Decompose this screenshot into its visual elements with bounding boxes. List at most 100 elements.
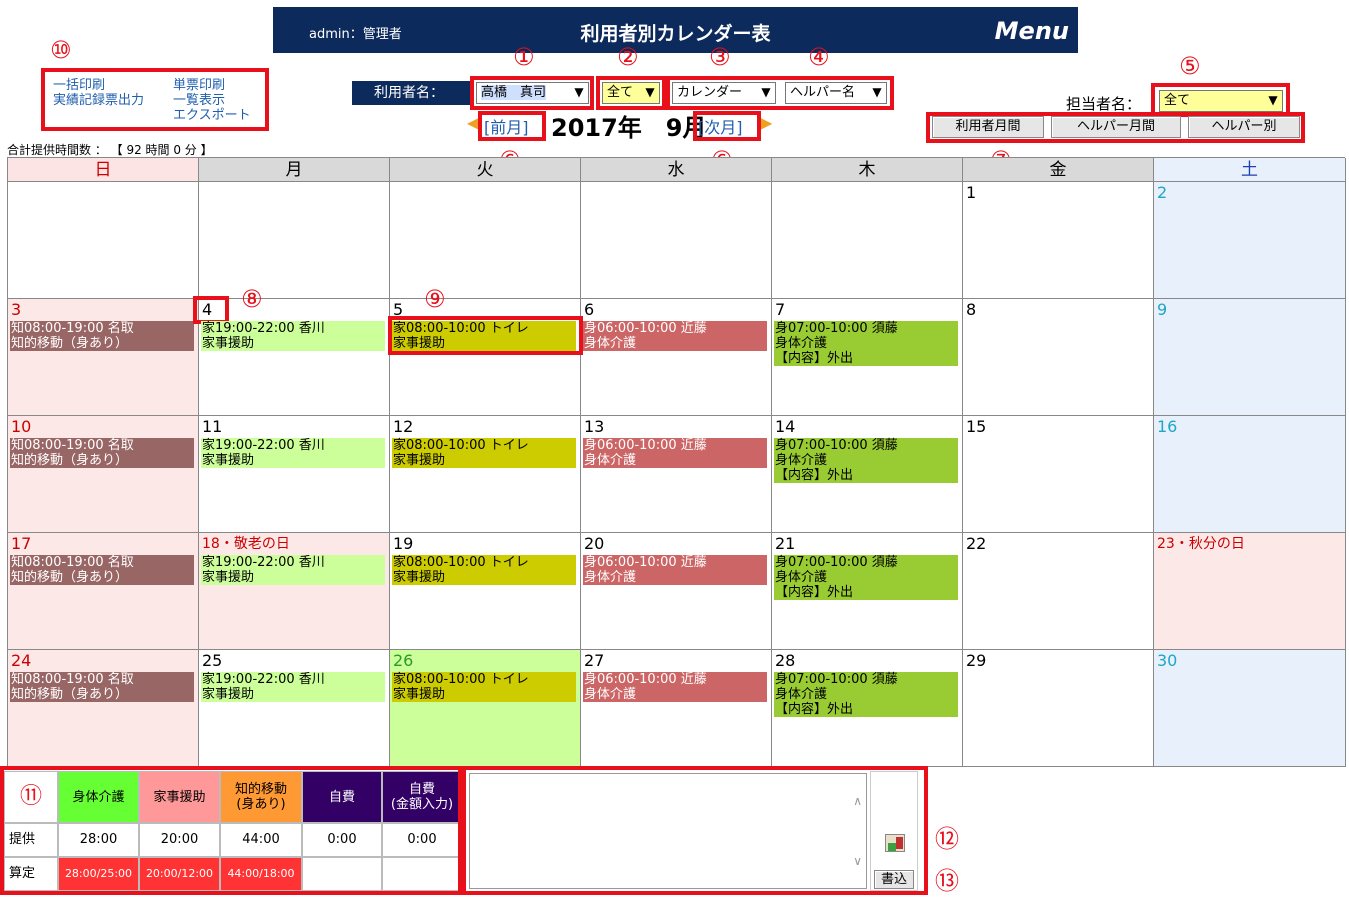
day-cell[interactable]: 18・敬老の日家19:00-22:00 香川 家事援助 <box>199 533 390 650</box>
event-block[interactable]: 家19:00-22:00 香川 家事援助 <box>201 672 385 702</box>
day-cell[interactable]: 4 家19:00-22:00 香川 家事援助 <box>193 296 390 416</box>
marker-10: ⑩ <box>50 36 72 64</box>
day-cell[interactable]: 19 家08:00-10:00 トイレ 家事援助 <box>390 533 581 650</box>
day-cell[interactable]: 9 <box>1154 299 1346 416</box>
event-block[interactable]: 知08:00-19:00 名取 知的移動（身あり） <box>10 438 194 468</box>
day-cell[interactable]: 8 <box>963 299 1154 416</box>
day-number[interactable]: 25 <box>202 652 222 670</box>
day-cell[interactable]: 3 知08:00-19:00 名取 知的移動（身あり） <box>8 299 199 416</box>
event-block[interactable]: 家08:00-10:00 トイレ 家事援助 <box>392 555 576 585</box>
day-cell[interactable]: 26 家08:00-10:00 トイレ 家事援助 <box>390 650 581 767</box>
day-cell[interactable]: 22 <box>963 533 1154 650</box>
day-number[interactable]: 10 <box>11 418 31 436</box>
highlight-1 <box>470 76 594 110</box>
menu-button[interactable]: Menu <box>995 17 1069 45</box>
day-number[interactable]: 23・秋分の日 <box>1157 535 1245 553</box>
marker-13: ⑬ <box>935 867 959 895</box>
event-block[interactable]: 知08:00-19:00 名取 知的移動（身あり） <box>10 321 194 351</box>
event-block[interactable]: 家19:00-22:00 香川 家事援助 <box>201 321 385 351</box>
day-number[interactable]: 12 <box>393 418 413 436</box>
day-number[interactable]: 26 <box>393 652 413 670</box>
day-cell[interactable] <box>390 182 581 299</box>
day-cell[interactable]: 11 家19:00-22:00 香川 家事援助 <box>199 416 390 533</box>
day-cell[interactable]: 27 身06:00-10:00 近藤 身体介護 <box>581 650 772 767</box>
event-block[interactable]: 身06:00-10:00 近藤 身体介護 <box>583 438 767 468</box>
day-number[interactable]: 19 <box>393 535 413 553</box>
day-cell[interactable] <box>581 182 772 299</box>
day-number[interactable]: 22 <box>966 535 986 553</box>
highlight-9 <box>388 316 583 355</box>
event-line: 身07:00-10:00 須藤 <box>775 672 898 687</box>
event-line: 知08:00-19:00 名取 <box>11 321 134 336</box>
event-line: 家事援助 <box>393 453 446 468</box>
day-number[interactable]: 27 <box>584 652 604 670</box>
event-line: 知08:00-19:00 名取 <box>11 555 134 570</box>
day-cell[interactable] <box>199 182 390 299</box>
day-cell[interactable]: 7 身07:00-10:00 須藤 身体介護 【内容】外出 <box>772 299 963 416</box>
day-cell[interactable]: 29 <box>963 650 1154 767</box>
day-cell[interactable]: 12 家08:00-10:00 トイレ 家事援助 <box>390 416 581 533</box>
current-month: 2017年 9月 <box>551 114 707 142</box>
day-cell[interactable]: 10 知08:00-19:00 名取 知的移動（身あり） <box>8 416 199 533</box>
day-cell[interactable]: 28 身07:00-10:00 須藤 身体介護 【内容】外出 <box>772 650 963 767</box>
event-line: 家事援助 <box>393 570 446 585</box>
event-line: 知08:00-19:00 名取 <box>11 438 134 453</box>
day-number[interactable]: 2 <box>1157 184 1167 202</box>
day-number[interactable]: 16 <box>1157 418 1177 436</box>
event-block[interactable]: 身06:00-10:00 近藤 身体介護 <box>583 555 767 585</box>
day-cell[interactable]: 25 家19:00-22:00 香川 家事援助 <box>199 650 390 767</box>
day-number[interactable]: 11 <box>202 418 222 436</box>
day-number[interactable]: 20 <box>584 535 604 553</box>
day-number[interactable]: 15 <box>966 418 986 436</box>
highlight-8 <box>193 296 229 324</box>
event-block[interactable]: 身07:00-10:00 須藤 身体介護 【内容】外出 <box>774 438 958 483</box>
day-number[interactable]: 1 <box>966 184 976 202</box>
day-cell[interactable] <box>8 182 199 299</box>
event-block[interactable]: 知08:00-19:00 名取 知的移動（身あり） <box>10 672 194 702</box>
day-cell[interactable]: 16 <box>1154 416 1346 533</box>
event-block[interactable]: 家19:00-22:00 香川 家事援助 <box>201 555 385 585</box>
day-number[interactable]: 13 <box>584 418 604 436</box>
event-block[interactable]: 家19:00-22:00 香川 家事援助 <box>201 438 385 468</box>
event-line: 知的移動（身あり） <box>11 570 129 585</box>
day-cell[interactable]: 14 身07:00-10:00 須藤 身体介護 【内容】外出 <box>772 416 963 533</box>
day-number[interactable]: 24 <box>11 652 31 670</box>
day-cell[interactable]: 30 <box>1154 650 1346 767</box>
day-cell[interactable]: 2 <box>1154 182 1346 299</box>
day-number[interactable]: 9 <box>1157 301 1167 319</box>
day-number[interactable]: 8 <box>966 301 976 319</box>
day-number[interactable]: 28 <box>775 652 795 670</box>
event-line: 知的移動（身あり） <box>11 336 129 351</box>
day-cell[interactable]: 17 知08:00-19:00 名取 知的移動（身あり） <box>8 533 199 650</box>
marker-4: ④ <box>808 43 830 71</box>
highlight-10 <box>41 68 269 131</box>
event-block[interactable]: 身07:00-10:00 須藤 身体介護 【内容】外出 <box>774 672 958 717</box>
weekday-header: 日 <box>8 158 199 182</box>
day-number[interactable]: 7 <box>775 301 785 319</box>
day-number[interactable]: 14 <box>775 418 795 436</box>
day-number[interactable]: 17 <box>11 535 31 553</box>
day-cell[interactable]: 6 身06:00-10:00 近藤 身体介護 <box>581 299 772 416</box>
event-block[interactable]: 身06:00-10:00 近藤 身体介護 <box>583 672 767 702</box>
event-block[interactable]: 身06:00-10:00 近藤 身体介護 <box>583 321 767 351</box>
day-number[interactable]: 29 <box>966 652 986 670</box>
day-number[interactable]: 6 <box>584 301 594 319</box>
day-cell[interactable]: 13 身06:00-10:00 近藤 身体介護 <box>581 416 772 533</box>
event-block[interactable]: 知08:00-19:00 名取 知的移動（身あり） <box>10 555 194 585</box>
event-block[interactable]: 身07:00-10:00 須藤 身体介護 【内容】外出 <box>774 555 958 600</box>
event-line: 身体介護 <box>775 687 828 702</box>
day-cell[interactable]: 24 知08:00-19:00 名取 知的移動（身あり） <box>8 650 199 767</box>
day-cell[interactable] <box>772 182 963 299</box>
day-cell[interactable]: 21 身07:00-10:00 須藤 身体介護 【内容】外出 <box>772 533 963 650</box>
day-number[interactable]: 21 <box>775 535 795 553</box>
event-block[interactable]: 家08:00-10:00 トイレ 家事援助 <box>392 438 576 468</box>
day-cell[interactable]: 20 身06:00-10:00 近藤 身体介護 <box>581 533 772 650</box>
event-block[interactable]: 家08:00-10:00 トイレ 家事援助 <box>392 672 576 702</box>
day-cell[interactable]: 15 <box>963 416 1154 533</box>
day-number[interactable]: 18・敬老の日 <box>202 535 290 553</box>
day-cell[interactable]: 23・秋分の日 <box>1154 533 1346 650</box>
day-number[interactable]: 30 <box>1157 652 1177 670</box>
day-number[interactable]: 3 <box>11 301 21 319</box>
day-cell[interactable]: 1 <box>963 182 1154 299</box>
event-block[interactable]: 身07:00-10:00 須藤 身体介護 【内容】外出 <box>774 321 958 366</box>
